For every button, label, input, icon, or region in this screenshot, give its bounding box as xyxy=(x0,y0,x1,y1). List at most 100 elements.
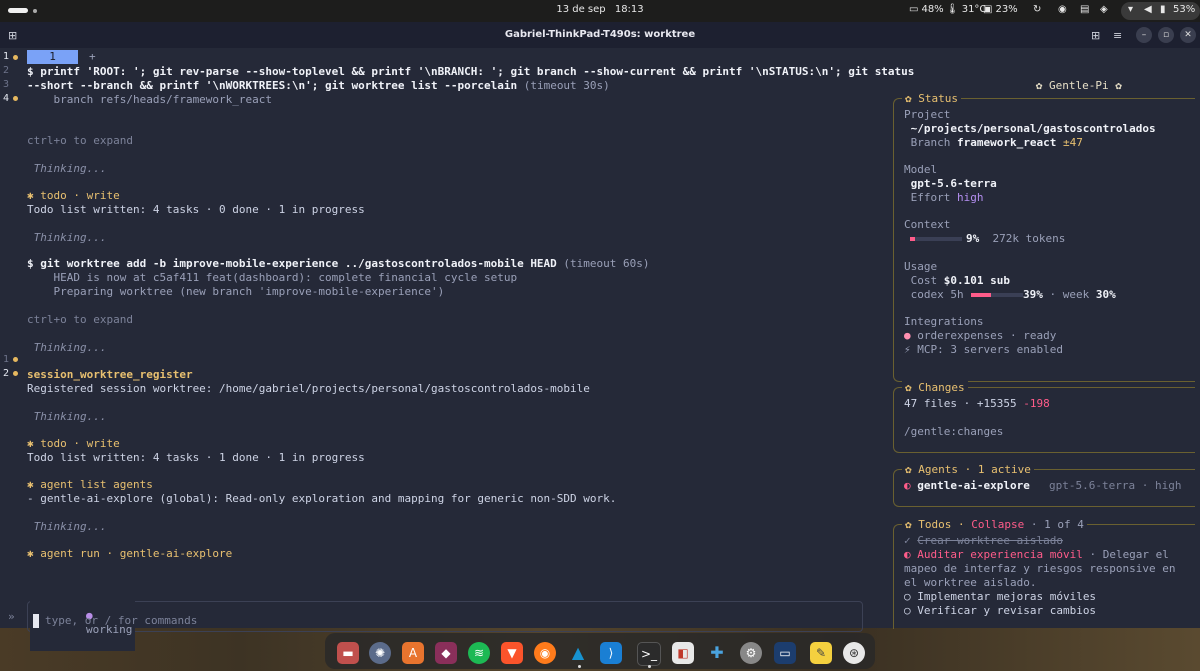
notes-icon[interactable]: ✎ xyxy=(810,642,832,664)
line-number: 2 xyxy=(3,65,10,76)
status-panel: ✿ Status Project ~/projects/personal/gas… xyxy=(893,92,1195,382)
line-number: 1 xyxy=(3,51,10,62)
model-label: Model xyxy=(904,163,938,176)
battery-indicator[interactable]: ▭ 48% xyxy=(909,4,944,15)
tool-result: Registered session worktree: /home/gabri… xyxy=(27,382,590,395)
cost-value: $0.101 sub xyxy=(943,274,1010,287)
check-icon: ✓ xyxy=(904,534,918,547)
close-button[interactable]: ✕ xyxy=(1180,27,1196,43)
temperature-indicator[interactable]: 🌡 31°C xyxy=(946,4,986,15)
tabs-overview-icon[interactable]: ⊞ xyxy=(1091,29,1100,42)
week-label: · week xyxy=(1042,288,1096,301)
agent-model: gpt-5.6-terra · high xyxy=(1049,479,1182,492)
model-value: gpt-5.6-terra xyxy=(904,177,997,190)
tab-1[interactable]: 1 xyxy=(27,50,78,64)
integration-item: MCP: 3 servers enabled xyxy=(910,343,1063,356)
thinking-text: Thinking... xyxy=(27,341,107,354)
gutter-dot xyxy=(13,55,18,60)
command-line: $ git worktree add -b improve-mobile-exp… xyxy=(27,257,557,270)
effort-label: Effort xyxy=(904,191,957,204)
todo-item-desc: el worktree aislado. xyxy=(904,576,1037,589)
clipboard-icon[interactable]: ▤ xyxy=(1080,4,1089,15)
refresh-icon[interactable]: ↻ xyxy=(1033,4,1041,15)
settings-icon[interactable]: ⚙ xyxy=(740,642,762,664)
tool-result: Todo list written: 4 tasks · 0 done · 1 … xyxy=(27,203,365,216)
usage-label: Usage xyxy=(904,260,938,273)
window-title: Gabriel-ThinkPad-T490s: worktree xyxy=(504,29,696,40)
minimize-button[interactable]: – xyxy=(1136,27,1152,43)
command-line: --short --branch && printf '\nWORKTREES:… xyxy=(27,79,518,92)
disk-indicator[interactable]: ▣ 23% xyxy=(983,4,1018,15)
running-indicator xyxy=(578,665,581,668)
firefox-icon[interactable]: ◉ xyxy=(534,642,556,664)
arch-icon[interactable]: ▲ xyxy=(567,642,589,664)
chromium-icon[interactable]: ✺ xyxy=(369,642,391,664)
extensions-icon[interactable]: ✚ xyxy=(706,642,728,664)
files-icon[interactable]: ▬ xyxy=(337,642,359,664)
plug-icon: ⚡ xyxy=(904,343,911,356)
volume-icon: ◀ xyxy=(1144,4,1152,15)
integrations-label: Integrations xyxy=(904,315,984,328)
pdf-icon[interactable]: ◆ xyxy=(435,642,457,664)
terminal-icon[interactable]: >_ xyxy=(637,642,661,666)
battery-percent: 53% xyxy=(1173,4,1196,15)
spotify-icon[interactable]: ≋ xyxy=(468,642,490,664)
system-top-bar: 13 de sep 18:13 ▭ 48% 🌡 31°C ▣ 23% ↻ ◉ ▤… xyxy=(0,0,1200,22)
prompt-placeholder[interactable]: type, or / for commands xyxy=(45,614,197,628)
brave-icon[interactable]: ▼ xyxy=(501,642,523,664)
toggle-icon[interactable]: ◧ xyxy=(672,642,694,664)
status-title: ✿ Status xyxy=(902,92,961,105)
thinking-text: Thinking... xyxy=(27,231,107,244)
menu-icon[interactable]: ≡ xyxy=(1113,29,1122,42)
new-tab-icon[interactable]: ⊞ xyxy=(8,29,17,42)
prompt-input-box[interactable]: ● working type, or / for commands xyxy=(27,595,863,651)
system-menu[interactable]: ▾ ◀ ▮ 53% xyxy=(1121,2,1200,20)
tray-app-icon[interactable]: ◉ xyxy=(1058,4,1067,15)
maximize-button[interactable]: ▫ xyxy=(1158,27,1174,43)
line-number: 1 xyxy=(3,354,10,365)
deleted-count: -198 xyxy=(1023,397,1050,410)
todos-title: ✿ Todos · Collapse · 1 of 4 xyxy=(902,518,1087,531)
todo-item-desc: · Delegar el xyxy=(1082,548,1169,561)
brain-icon: ● xyxy=(904,329,911,342)
changes-title: ✿ Changes xyxy=(902,381,968,394)
week-percent: 30% xyxy=(1095,288,1116,301)
terminal-content[interactable]: 1 1 + 2 3 4 $ printf 'ROOT: '; git rev-p… xyxy=(0,48,1200,651)
vscode-icon[interactable]: ⟩ xyxy=(600,642,622,664)
agent-status-icon: ◐ xyxy=(904,479,911,492)
timeout-label: (timeout 60s) xyxy=(556,257,650,270)
branch-value: framework_react xyxy=(956,136,1057,149)
context-percent: 9% xyxy=(966,232,980,245)
disk-icon: ▣ xyxy=(983,4,993,15)
tool-result: - gentle-ai-explore (global): Read-only … xyxy=(27,492,617,505)
todo-item-pending: Implementar mejoras móviles xyxy=(917,590,1097,603)
expand-hint: ctrl+o to expand xyxy=(27,134,133,147)
window-titlebar[interactable]: Gabriel-ThinkPad-T490s: worktree ⊞ ⊞ ≡ –… xyxy=(0,22,1200,48)
battery-icon: ▮ xyxy=(1160,4,1166,15)
todo-item-active: Auditar experiencia móvil xyxy=(917,548,1083,561)
changes-command[interactable]: /gentle:changes xyxy=(904,425,1003,439)
context-tokens: 272k tokens xyxy=(992,232,1066,245)
thinking-text: Thinking... xyxy=(27,162,107,175)
ubuntu-icon[interactable]: ⊛ xyxy=(843,642,865,664)
todo-item-done: Crear worktree aislado xyxy=(917,534,1063,547)
app-store-icon[interactable]: A xyxy=(402,642,424,664)
text-cursor xyxy=(33,614,39,628)
context-bar-fill xyxy=(910,237,915,241)
dropbox-icon[interactable]: ◈ xyxy=(1100,4,1108,15)
line-number: 4 xyxy=(3,93,10,104)
clock[interactable]: 13 de sep 18:13 xyxy=(0,4,1200,15)
tool-icon: ✱ xyxy=(27,437,34,450)
tool-title: todo · write xyxy=(33,189,120,202)
project-label: Project xyxy=(904,108,951,121)
battery-icon: ▭ xyxy=(909,4,919,15)
codex-percent: 39% xyxy=(1023,288,1043,301)
add-tab-button[interactable]: + xyxy=(89,50,96,63)
remote-desktop-icon[interactable]: ▭ xyxy=(774,642,796,664)
thinking-text: Thinking... xyxy=(27,410,107,423)
collapse-button[interactable]: Collapse xyxy=(971,518,1024,531)
gutter-dot xyxy=(13,357,18,362)
effort-value: high xyxy=(956,191,984,204)
pending-circle-icon: ○ xyxy=(904,604,918,617)
codex-label: codex 5h xyxy=(904,288,971,301)
